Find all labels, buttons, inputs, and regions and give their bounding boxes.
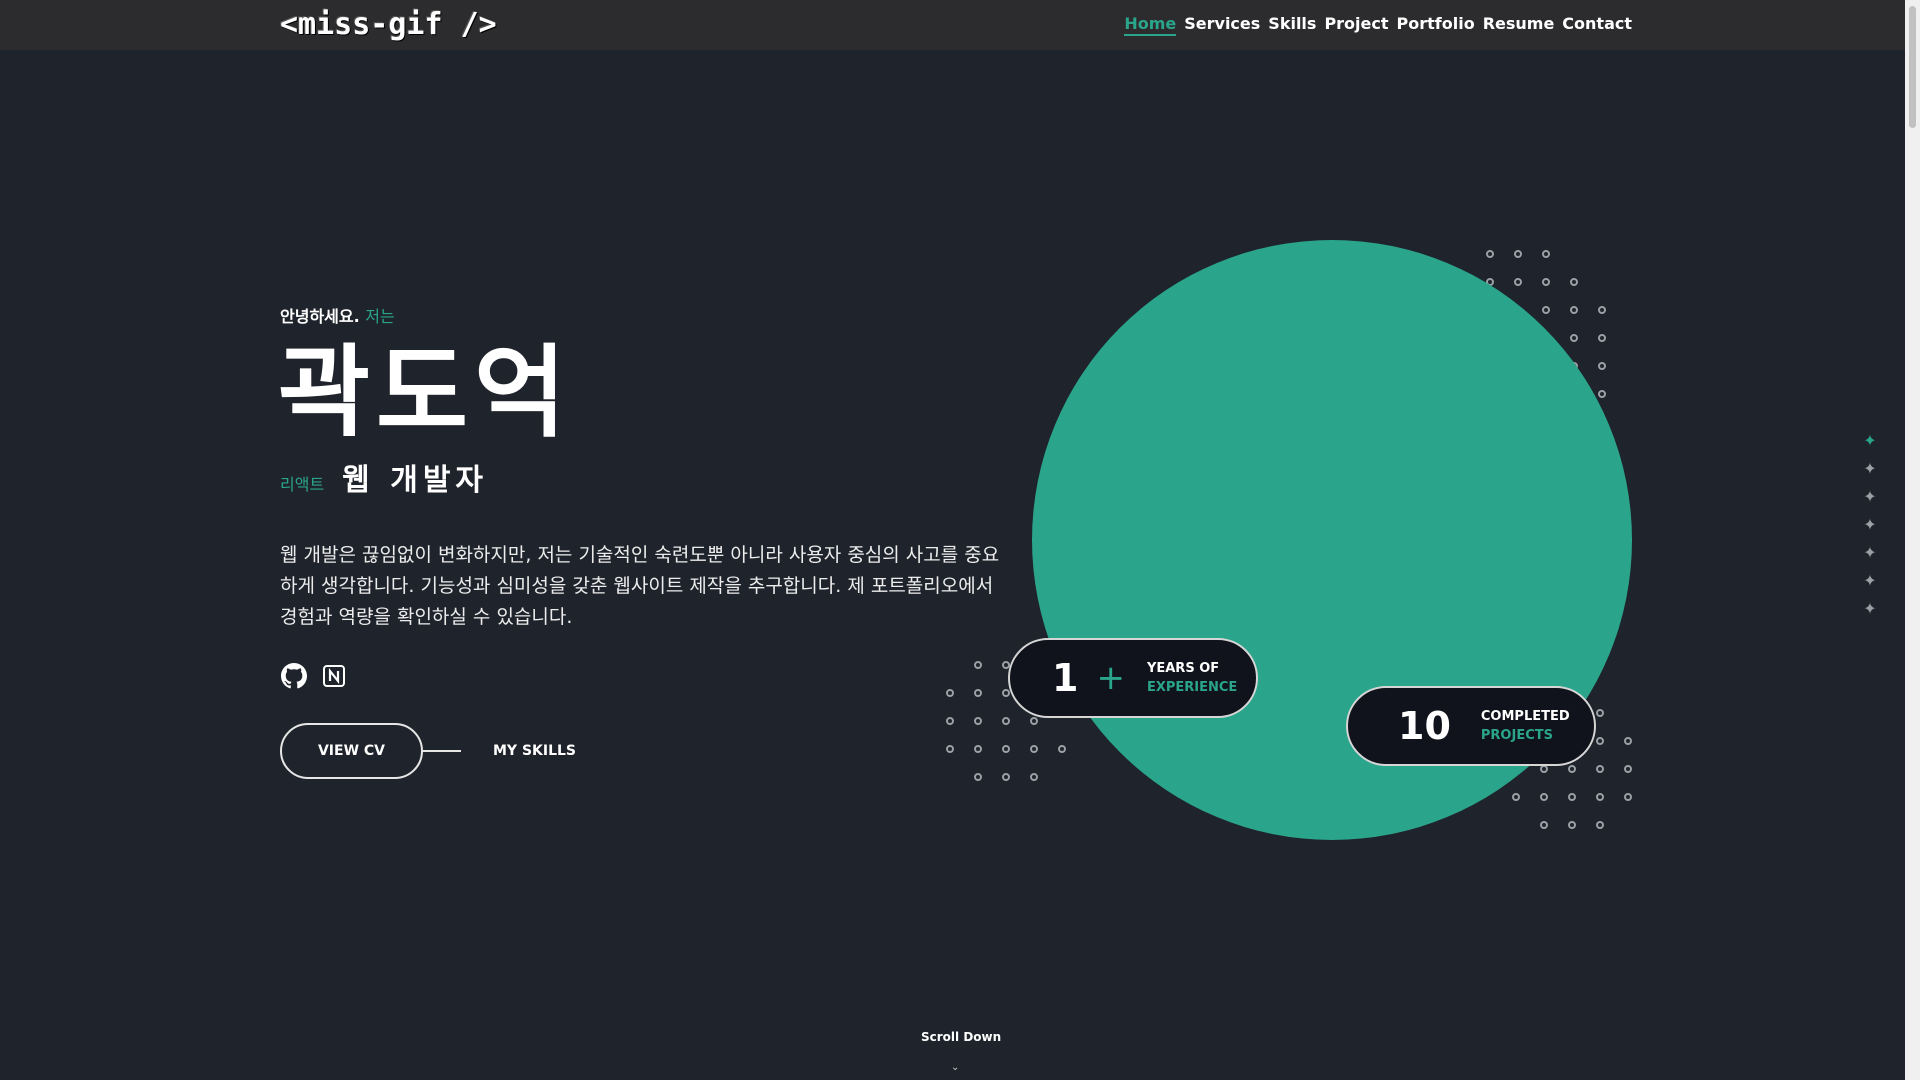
chevron-down-icon[interactable]: ⌄: [951, 1062, 959, 1073]
greeting: 안녕하세요. 저는: [280, 303, 395, 327]
scroll-down-link[interactable]: Scroll Down: [921, 1030, 1001, 1044]
experience-label-bottom: EXPERIENCE: [1146, 680, 1238, 695]
github-icon[interactable]: [280, 662, 308, 690]
projects-label-bottom: PROJECTS: [1480, 728, 1553, 743]
experience-label-top: YEARS OF: [1146, 661, 1220, 676]
side-section-nav: ✦ ✦ ✦ ✦ ✦ ✦ ✦: [1863, 433, 1877, 617]
role-small: 리액트: [280, 475, 325, 494]
hero-description: 웹 개발은 끊임없이 변화하지만, 저는 기술적인 숙련도뿐 아니라 사용자 중…: [280, 544, 1000, 628]
star-icon[interactable]: ✦: [1863, 433, 1877, 449]
site-logo[interactable]: <miss-gif />: [280, 7, 497, 42]
experience-badge: 1 + YEARS OF EXPERIENCE: [1008, 638, 1258, 718]
star-icon[interactable]: ✦: [1863, 517, 1877, 533]
projects-number: 10: [1398, 704, 1451, 748]
plus-icon: +: [1096, 658, 1125, 698]
view-cv-button[interactable]: VIEW CV: [280, 723, 423, 779]
projects-badge: 10 COMPLETED PROJECTS: [1346, 686, 1596, 766]
button-connector-line: [423, 750, 461, 752]
greeting-text: 안녕하세요.: [280, 307, 360, 326]
nav-link-services[interactable]: Services: [1184, 14, 1260, 36]
star-icon[interactable]: ✦: [1863, 545, 1877, 561]
star-icon[interactable]: ✦: [1863, 601, 1877, 617]
my-skills-button[interactable]: MY SKILLS: [493, 743, 576, 759]
nav-link-project[interactable]: Project: [1324, 14, 1388, 36]
projects-label-top: COMPLETED: [1480, 709, 1570, 724]
social-links: [280, 662, 348, 690]
nav-link-contact[interactable]: Contact: [1562, 14, 1632, 36]
projects-label: COMPLETED PROJECTS: [1481, 707, 1570, 745]
role-title: 웹 개발자: [342, 463, 489, 498]
star-icon[interactable]: ✦: [1863, 489, 1877, 505]
star-icon[interactable]: ✦: [1863, 461, 1877, 477]
role-line: 리액트 웹 개발자: [280, 455, 488, 499]
nav-link-skills[interactable]: Skills: [1268, 14, 1316, 36]
star-icon[interactable]: ✦: [1863, 573, 1877, 589]
nav-link-home[interactable]: Home: [1124, 14, 1177, 36]
page-scrollbar[interactable]: [1905, 0, 1920, 1080]
experience-number: 1: [1052, 656, 1079, 700]
navbar: <miss-gif /> Home Services Skills Projec…: [0, 0, 1905, 50]
nav-link-resume[interactable]: Resume: [1483, 14, 1555, 36]
nav-link-portfolio[interactable]: Portfolio: [1397, 14, 1475, 36]
nav-links: Home Services Skills Project Portfolio R…: [1124, 14, 1632, 36]
hero-name: 곽도억: [278, 334, 572, 451]
notion-icon[interactable]: [320, 662, 348, 690]
experience-label: YEARS OF EXPERIENCE: [1147, 659, 1237, 697]
greeting-accent: 저는: [365, 307, 395, 326]
scrollbar-thumb[interactable]: [1909, 6, 1916, 128]
